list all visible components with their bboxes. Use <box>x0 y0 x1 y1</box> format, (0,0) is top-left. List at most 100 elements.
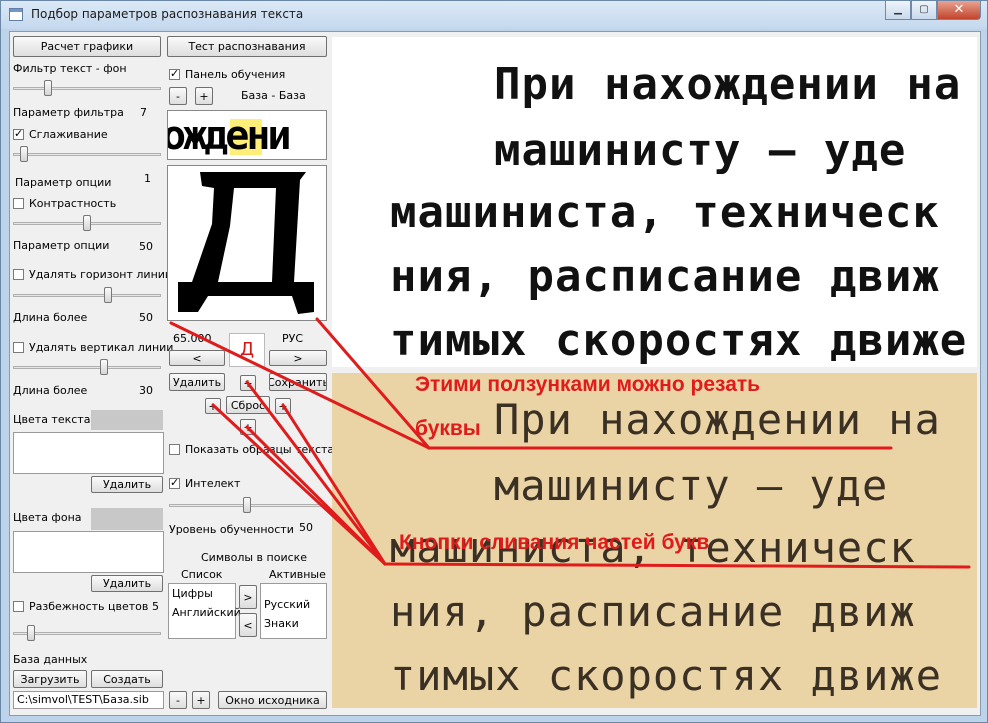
filter-slider[interactable] <box>11 78 163 100</box>
merge-down-button[interactable]: + <box>240 419 256 435</box>
preview-line: тимых скоростях движе <box>390 651 943 700</box>
option-param-label: Параметр опции <box>15 176 112 189</box>
list-item[interactable]: Английский <box>169 603 241 622</box>
merge-right-button[interactable]: + <box>275 398 291 414</box>
training-panel-checkbox[interactable]: Панель обучения <box>169 67 286 81</box>
length-label: Длина более <box>13 311 88 324</box>
color-spread-checkbox[interactable]: Разбежность цветов <box>13 600 148 613</box>
preview-line: При нахождении на <box>494 395 941 444</box>
calc-graphics-button[interactable]: Расчет графики <box>13 36 161 57</box>
window-title: Подбор параметров распознавания текста <box>31 7 304 21</box>
bg-colors-list[interactable] <box>13 531 164 573</box>
processed-image-preview[interactable]: При нахождении на машинисту — уде машини… <box>332 37 977 367</box>
active-label: Активные <box>269 568 326 581</box>
move-right-button[interactable]: > <box>239 585 257 609</box>
text-colors-list[interactable] <box>13 432 164 474</box>
preview-line: машинисту — уде <box>494 461 889 510</box>
length-value: 50 <box>139 311 153 324</box>
glyph-language: РУС <box>282 332 304 345</box>
title-bar[interactable]: Подбор параметров распознавания текста ▁… <box>1 1 987 29</box>
merge-up-button[interactable]: + <box>240 375 256 391</box>
source-window-button[interactable]: Окно исходника <box>218 691 327 709</box>
remove-horizontal-label: Удалять горизонт линии <box>29 268 173 281</box>
base-plus-button[interactable]: + <box>195 87 213 105</box>
create-database-button[interactable]: Создать <box>91 670 163 688</box>
remove-vertical-label: Удалять вертикал линии <box>29 341 174 354</box>
glyph-letter-d <box>178 172 314 314</box>
training-level-label: Уровень обученности <box>169 523 294 536</box>
option-param2-value: 50 <box>139 240 153 253</box>
preview-line: тимых скоростях движе <box>390 315 968 366</box>
color-spread-label: Разбежность цветов <box>29 600 149 613</box>
merge-annotation: Кнопки сливания частей букв <box>399 531 710 554</box>
prev-glyph-button[interactable]: < <box>169 350 225 366</box>
training-level-value: 50 <box>299 521 313 534</box>
list-label: Список <box>181 568 223 581</box>
preview-line: машинисту — уде <box>494 125 907 176</box>
sliders-annotation-line1: Этими ползунками можно резать <box>415 373 761 396</box>
delete-text-color-button[interactable]: Удалить <box>91 476 163 493</box>
database-path-field[interactable]: C:\simvol\TEST\База.sib <box>13 691 164 709</box>
bg-color-swatch[interactable] <box>91 508 163 530</box>
reset-button[interactable]: Сброс <box>226 396 270 414</box>
base-minus-button[interactable]: - <box>169 87 187 105</box>
minimize-button[interactable]: ▁ <box>885 1 911 20</box>
contrast-label: Контрастность <box>29 197 117 210</box>
maximize-button[interactable]: ▢ <box>911 1 937 20</box>
remove-horizontal-checkbox[interactable]: Удалять горизонт линии <box>13 268 172 281</box>
next-glyph-button[interactable]: > <box>269 350 327 366</box>
smoothing-slider[interactable] <box>11 144 163 166</box>
list-item[interactable]: Цифры <box>169 584 235 603</box>
show-samples-checkbox[interactable]: Показать образцы текста <box>169 443 334 456</box>
contrast-checkbox[interactable]: Контрастность <box>13 197 116 210</box>
glyph-code: 65.000 <box>173 332 212 345</box>
training-panel-label: Панель обучения <box>185 68 286 81</box>
base-label: База - База <box>241 89 306 102</box>
symbols-label: Символы в поиске <box>201 551 308 564</box>
glyph-bitmap[interactable] <box>167 165 327 321</box>
filter-param-label: Параметр фильтра <box>13 106 124 119</box>
smoothing-label: Сглаживание <box>29 128 108 141</box>
preview-line: ния, расписание движ <box>390 587 916 636</box>
active-symbols-list[interactable]: Русский Знаки <box>260 583 327 639</box>
recognition-test-button[interactable]: Тест распознавания <box>167 36 327 57</box>
preview-line: машиниста, техническ <box>390 187 940 238</box>
filter-label: Фильтр текст - фон <box>13 62 127 75</box>
app-window: Подбор параметров распознавания текста ▁… <box>0 0 988 723</box>
preview-line: ния, расписание движ <box>390 251 940 302</box>
close-button[interactable]: ✕ <box>937 1 981 20</box>
delete-glyph-button[interactable]: Удалить <box>169 373 225 391</box>
length2-label: Длина более <box>13 384 88 397</box>
remove-vertical-checkbox[interactable]: Удалять вертикал линии <box>13 341 173 354</box>
save-glyph-button[interactable]: Сохранить <box>269 373 327 391</box>
caption-buttons: ▁ ▢ ✕ <box>885 1 981 21</box>
sliders-annotation-line2: буквы <box>415 417 481 440</box>
list-item[interactable]: Знаки <box>261 614 326 633</box>
load-database-button[interactable]: Загрузить <box>13 670 87 688</box>
smoothing-checkbox[interactable]: Сглаживание <box>13 127 108 141</box>
zoom-minus-button[interactable]: - <box>169 691 187 709</box>
contrast-slider[interactable] <box>11 213 163 235</box>
horizontal-length-slider[interactable] <box>11 285 163 307</box>
zoom-plus-button[interactable]: + <box>192 691 210 709</box>
show-samples-label: Показать образцы текста <box>185 443 335 456</box>
merge-left-button[interactable]: + <box>205 398 221 414</box>
strip-text: ождени <box>167 113 291 159</box>
move-left-button[interactable]: < <box>239 613 257 637</box>
filter-param-value: 7 <box>140 106 147 119</box>
recognized-letter: Д <box>229 333 265 367</box>
text-colors-label: Цвета текста <box>13 413 91 426</box>
delete-bg-color-button[interactable]: Удалить <box>91 575 163 592</box>
length2-value: 30 <box>139 384 153 397</box>
text-strip-preview[interactable]: ождени <box>167 110 327 160</box>
list-item[interactable]: Русский <box>261 584 326 614</box>
training-level-slider[interactable] <box>167 495 327 517</box>
color-spread-slider[interactable] <box>11 623 163 645</box>
preview-line: При нахождении на <box>494 59 962 110</box>
color-spread-value: 5 <box>152 600 159 613</box>
text-color-swatch[interactable] <box>91 410 163 430</box>
vertical-length-slider[interactable] <box>11 357 163 379</box>
intellect-checkbox[interactable]: Интелект <box>169 476 240 490</box>
available-symbols-list[interactable]: Цифры Английский <box>168 583 241 639</box>
option-param2-label: Параметр опции <box>13 239 110 252</box>
